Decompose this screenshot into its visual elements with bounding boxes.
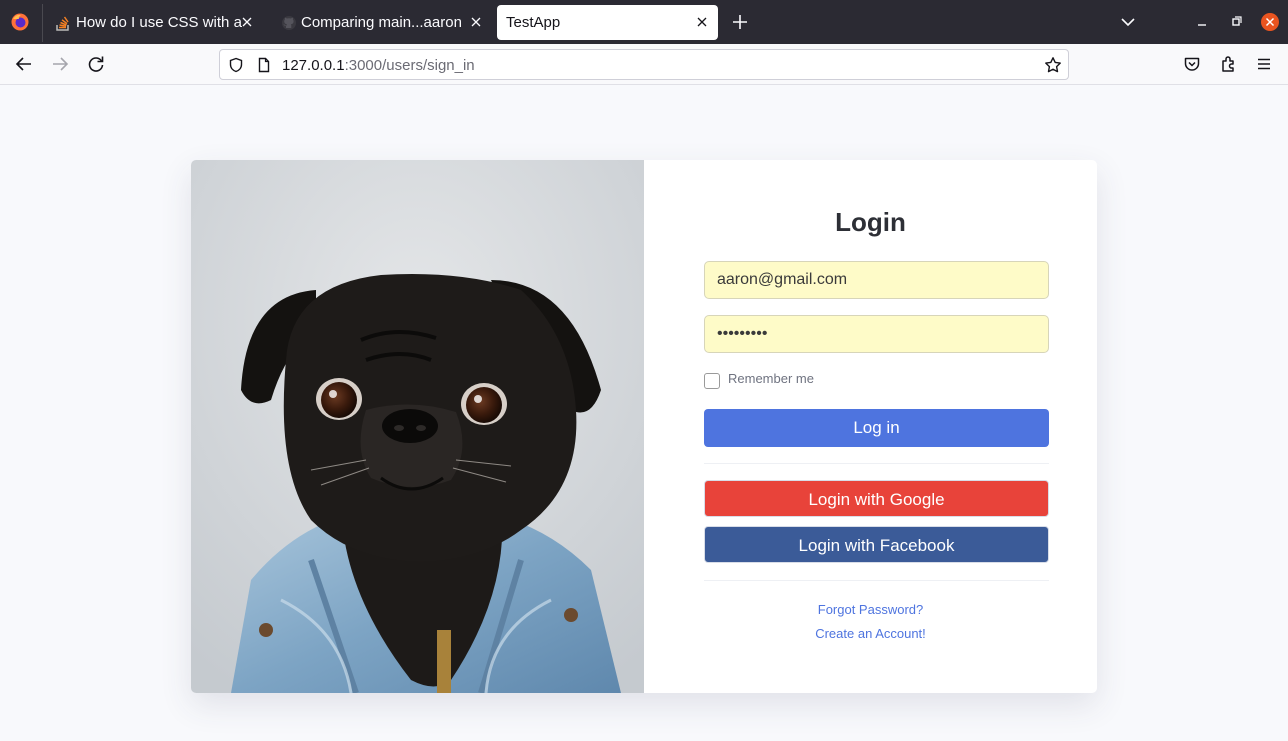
url-host: 127.0.0.1 — [282, 57, 345, 74]
close-icon[interactable] — [1260, 12, 1280, 32]
url-path: :3000/users/sign_in — [344, 57, 475, 74]
stackoverflow-icon — [56, 16, 69, 31]
tab-label: How do I use CSS with a r — [76, 14, 244, 31]
login-with-google-button[interactable]: Login with Google — [704, 480, 1049, 517]
firefox-logo-icon[interactable] — [10, 12, 30, 32]
back-arrow-icon[interactable] — [14, 54, 34, 74]
shield-icon[interactable] — [228, 57, 244, 73]
tab-separator — [42, 4, 43, 42]
pug-photo — [191, 160, 644, 693]
chevron-down-icon[interactable] — [1118, 12, 1138, 32]
plus-icon[interactable] — [730, 12, 750, 32]
tab-github[interactable]: Comparing main...aaron — [273, 5, 490, 40]
tab-testapp[interactable]: TestApp — [497, 5, 718, 40]
forgot-password-link[interactable]: Forgot Password? — [644, 602, 1097, 617]
remember-me-checkbox[interactable] — [704, 373, 720, 389]
page-icon[interactable] — [256, 57, 272, 73]
close-tab-icon[interactable] — [694, 14, 710, 30]
forward-arrow-icon[interactable] — [50, 54, 70, 74]
login-card: Login Remember me Log in Login with Goog… — [191, 160, 1097, 693]
login-with-facebook-button[interactable]: Login with Facebook — [704, 526, 1049, 563]
hamburger-menu-icon[interactable] — [1254, 54, 1274, 74]
create-account-link[interactable]: Create an Account! — [644, 626, 1097, 641]
tab-bar: How do I use CSS with a r Comparing main… — [0, 0, 1288, 44]
navigation-toolbar: 127.0.0.1:3000/users/sign_in — [0, 44, 1288, 85]
url-text[interactable]: 127.0.0.1:3000/users/sign_in — [282, 57, 475, 74]
pocket-icon[interactable] — [1182, 54, 1202, 74]
reload-icon[interactable] — [86, 54, 106, 74]
star-icon[interactable] — [1044, 56, 1062, 74]
login-form: Login Remember me Log in Login with Goog… — [644, 160, 1097, 693]
url-bar[interactable]: 127.0.0.1:3000/users/sign_in — [219, 49, 1069, 80]
extensions-icon[interactable] — [1219, 54, 1239, 74]
divider — [704, 580, 1049, 581]
tab-stackoverflow[interactable]: How do I use CSS with a r — [50, 5, 265, 40]
tab-label: TestApp — [506, 14, 561, 31]
github-icon — [282, 16, 296, 30]
restore-icon[interactable] — [1226, 12, 1246, 32]
close-tab-icon[interactable] — [239, 14, 255, 30]
minimize-icon[interactable] — [1192, 12, 1212, 32]
password-field[interactable] — [704, 315, 1049, 353]
login-button[interactable]: Log in — [704, 409, 1049, 447]
page-title: Login — [835, 207, 906, 237]
divider — [704, 463, 1049, 464]
email-field[interactable] — [704, 261, 1049, 299]
close-tab-icon[interactable] — [468, 14, 484, 30]
tab-label: Comparing main...aaron — [301, 14, 461, 31]
remember-me-label: Remember me — [728, 371, 814, 386]
